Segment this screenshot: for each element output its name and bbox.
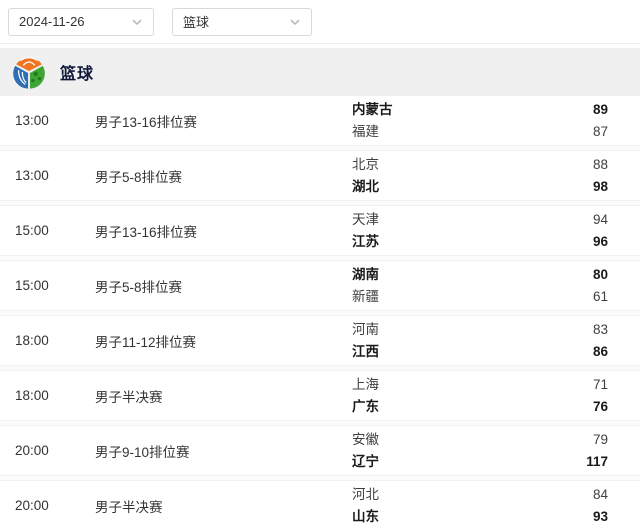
- filter-bar: 2024-11-26 篮球: [0, 0, 640, 44]
- team-name: 河南: [352, 321, 379, 337]
- match-teams: 河南 83 江西 86: [352, 319, 608, 363]
- team-score: 117: [586, 453, 608, 469]
- match-time: 20:00: [15, 443, 49, 458]
- team-name: 江西: [352, 343, 379, 359]
- sport-section-header: 篮球: [0, 48, 640, 96]
- team-name: 天津: [352, 211, 379, 227]
- match-list: 13:00 男子13-16排位赛 内蒙古 89 福建 87 13:00 男子5-…: [0, 96, 640, 529]
- team-line-2: 新疆 61: [352, 286, 608, 308]
- team-score: 93: [592, 508, 608, 524]
- match-teams: 内蒙古 89 福建 87: [352, 99, 608, 143]
- match-event: 男子13-16排位赛: [95, 224, 198, 240]
- team-name: 安徽: [352, 431, 379, 447]
- sport-select[interactable]: 篮球: [172, 7, 312, 36]
- team-name: 湖北: [352, 178, 379, 194]
- schedule-page: 2024-11-26 篮球 篮球 13:00 男子13-16排位赛 内蒙古 89…: [0, 0, 640, 529]
- team-line-2: 江苏 96: [352, 231, 608, 253]
- team-line-2: 山东 93: [352, 506, 608, 528]
- team-score: 76: [592, 398, 608, 414]
- date-select[interactable]: 2024-11-26: [8, 7, 154, 36]
- match-event: 男子13-16排位赛: [95, 114, 198, 130]
- match-row[interactable]: 20:00 男子9-10排位赛 安徽 79 辽宁 117: [0, 426, 640, 475]
- team-name: 新疆: [352, 288, 379, 304]
- team-score: 84: [592, 486, 608, 502]
- team-name: 辽宁: [352, 453, 379, 469]
- team-name: 福建: [352, 123, 379, 139]
- team-name: 山东: [352, 508, 379, 524]
- match-teams: 北京 88 湖北 98: [352, 154, 608, 198]
- team-line-1: 河南 83: [352, 319, 608, 341]
- team-line-1: 天津 94: [352, 209, 608, 231]
- sport-select-value: 篮球: [183, 15, 210, 30]
- team-name: 内蒙古: [352, 101, 393, 117]
- match-row[interactable]: 13:00 男子5-8排位赛 北京 88 湖北 98: [0, 151, 640, 200]
- match-teams: 安徽 79 辽宁 117: [352, 429, 608, 473]
- match-row[interactable]: 15:00 男子5-8排位赛 湖南 80 新疆 61: [0, 261, 640, 310]
- match-teams: 上海 71 广东 76: [352, 374, 608, 418]
- match-event: 男子半决赛: [95, 389, 163, 405]
- team-score: 71: [592, 376, 608, 392]
- match-row[interactable]: 15:00 男子13-16排位赛 天津 94 江苏 96: [0, 206, 640, 255]
- team-score: 61: [592, 288, 608, 304]
- team-score: 98: [592, 178, 608, 194]
- team-line-1: 北京 88: [352, 154, 608, 176]
- match-time: 15:00: [15, 278, 49, 293]
- date-select-value: 2024-11-26: [19, 14, 85, 29]
- team-line-2: 辽宁 117: [352, 451, 608, 473]
- section-title: 篮球: [60, 66, 95, 83]
- team-score: 87: [592, 123, 608, 139]
- match-time: 13:00: [15, 168, 49, 183]
- match-teams: 河北 84 山东 93: [352, 484, 608, 528]
- match-row[interactable]: 18:00 男子半决赛 上海 71 广东 76: [0, 371, 640, 420]
- team-score: 89: [592, 101, 608, 117]
- team-line-1: 河北 84: [352, 484, 608, 506]
- match-teams: 天津 94 江苏 96: [352, 209, 608, 253]
- match-time: 20:00: [15, 498, 49, 513]
- match-row[interactable]: 13:00 男子13-16排位赛 内蒙古 89 福建 87: [0, 96, 640, 145]
- team-line-1: 内蒙古 89: [352, 99, 608, 121]
- team-line-1: 安徽 79: [352, 429, 608, 451]
- match-time: 18:00: [15, 388, 49, 403]
- team-name: 河北: [352, 486, 379, 502]
- chevron-down-icon: [132, 19, 142, 25]
- match-event: 男子5-8排位赛: [95, 279, 183, 295]
- chevron-down-icon: [290, 19, 300, 25]
- match-time: 13:00: [15, 113, 49, 128]
- team-name: 上海: [352, 376, 379, 392]
- team-score: 94: [592, 211, 608, 227]
- team-line-2: 江西 86: [352, 341, 608, 363]
- team-score: 96: [592, 233, 608, 249]
- team-line-1: 湖南 80: [352, 264, 608, 286]
- match-event: 男子9-10排位赛: [95, 444, 190, 460]
- team-name: 广东: [352, 398, 379, 414]
- match-time: 18:00: [15, 333, 49, 348]
- match-teams: 湖南 80 新疆 61: [352, 264, 608, 308]
- team-score: 83: [592, 321, 608, 337]
- match-event: 男子半决赛: [95, 499, 163, 515]
- multi-sport-ball-logo-icon: [13, 57, 45, 89]
- team-score: 79: [592, 431, 608, 447]
- team-name: 湖南: [352, 266, 379, 282]
- team-line-1: 上海 71: [352, 374, 608, 396]
- team-score: 86: [592, 343, 608, 359]
- match-time: 15:00: [15, 223, 49, 238]
- match-row[interactable]: 20:00 男子半决赛 河北 84 山东 93: [0, 481, 640, 529]
- match-event: 男子5-8排位赛: [95, 169, 183, 185]
- match-event: 男子11-12排位赛: [95, 334, 197, 350]
- team-score: 80: [592, 266, 608, 282]
- team-line-2: 湖北 98: [352, 176, 608, 198]
- team-line-2: 福建 87: [352, 121, 608, 143]
- team-line-2: 广东 76: [352, 396, 608, 418]
- team-score: 88: [592, 156, 608, 172]
- team-name: 北京: [352, 156, 379, 172]
- match-row[interactable]: 18:00 男子11-12排位赛 河南 83 江西 86: [0, 316, 640, 365]
- team-name: 江苏: [352, 233, 379, 249]
